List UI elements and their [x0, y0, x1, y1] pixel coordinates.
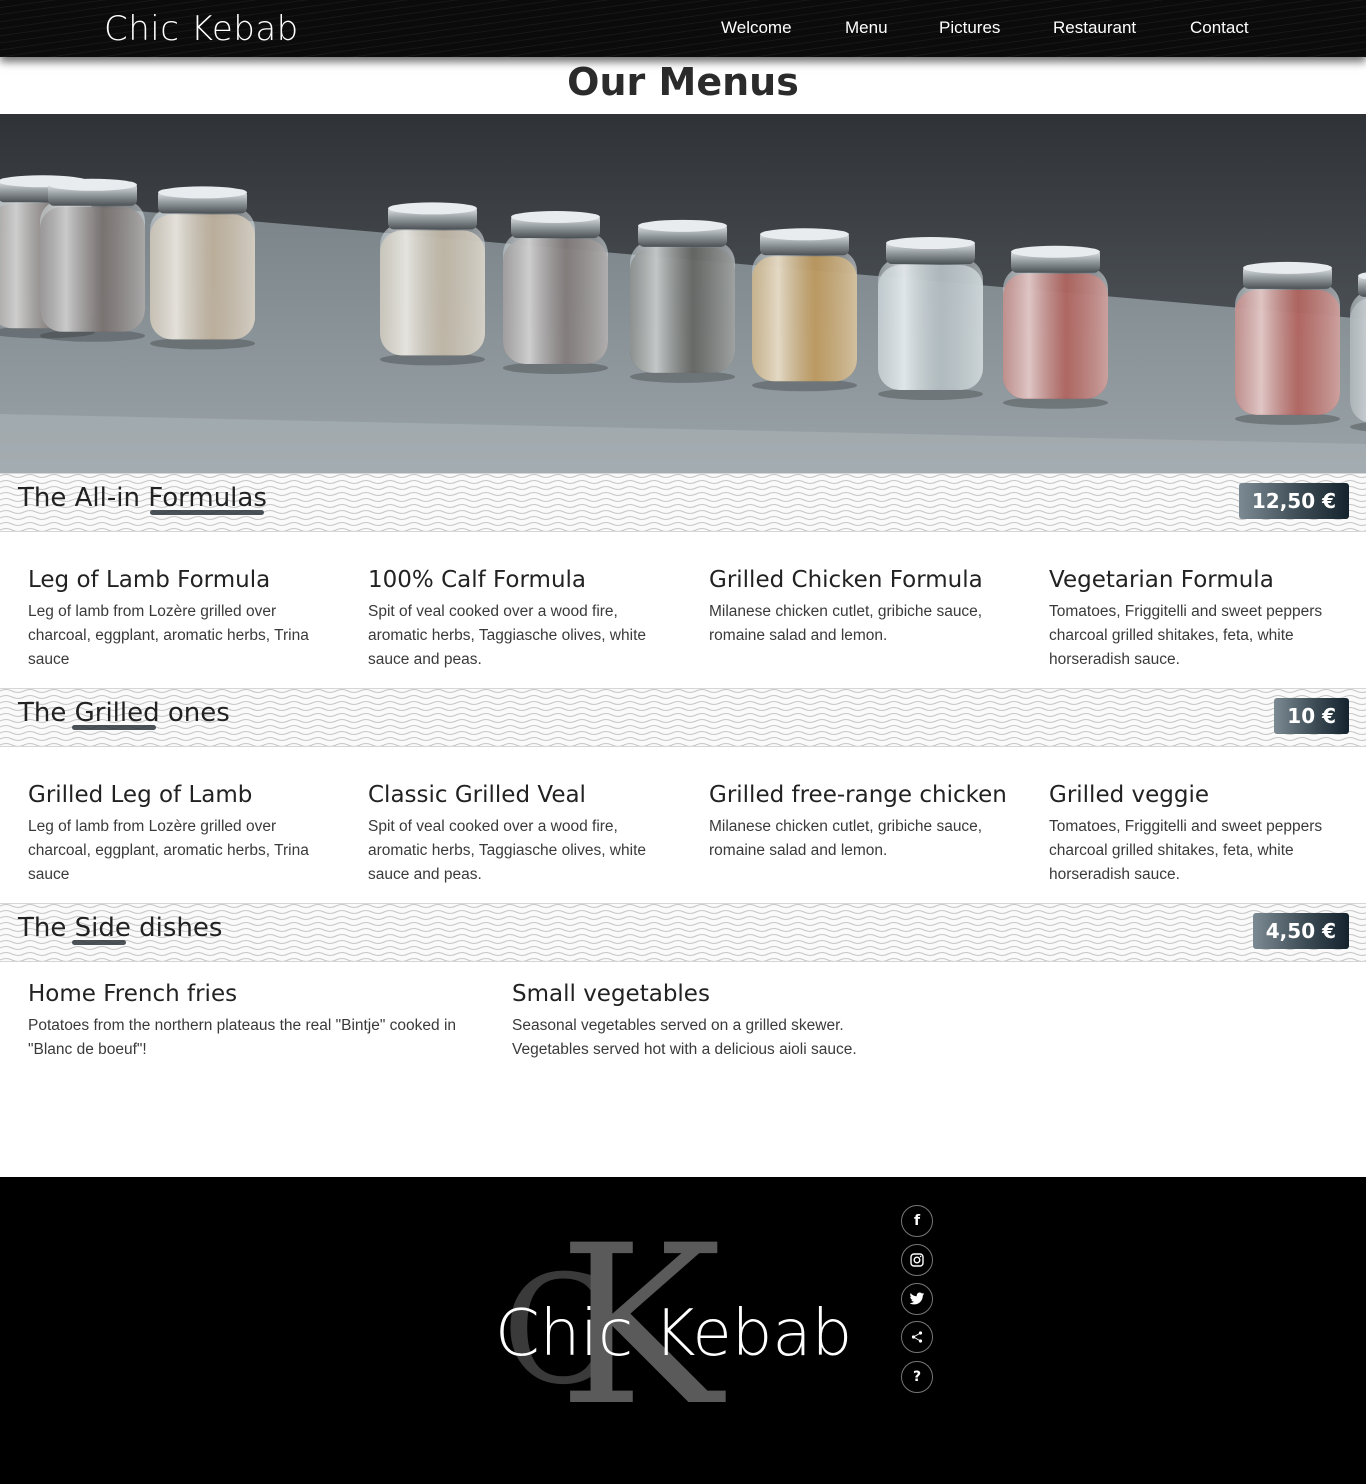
- instagram-glyph: [910, 1253, 924, 1267]
- price-badge: 12,50 €: [1238, 483, 1349, 519]
- menu-item: Vegetarian Formula Tomatoes, Friggitelli…: [1049, 566, 1349, 672]
- menu-item: Home French fries Potatoes from the nort…: [28, 980, 480, 1062]
- facebook-glyph: f: [913, 1213, 921, 1229]
- section-band-sides: The Side dishes 4,50 €: [0, 903, 1366, 962]
- help-icon[interactable]: ?: [901, 1361, 933, 1393]
- wave-line: [0, 958, 1366, 961]
- menu-item: Grilled Chicken Formula Milanese chicken…: [709, 566, 1009, 648]
- item-name: Classic Grilled Veal: [368, 782, 586, 808]
- spice-jars-illustration: [0, 114, 1366, 473]
- spice-jar: [630, 219, 735, 383]
- spice-jar: [380, 202, 485, 366]
- item-description: Spit of veal cooked over a wood fire, ar…: [368, 818, 646, 883]
- wave-line: [0, 904, 1366, 908]
- wave-line: [0, 689, 1366, 693]
- section-title: The All-in Formulas: [18, 483, 267, 513]
- item-name: Vegetarian Formula: [1049, 567, 1274, 593]
- menu-item: Grilled Leg of Lamb Leg of lamb from Loz…: [28, 781, 328, 887]
- spice-jar: [1235, 261, 1340, 425]
- wave-line: [0, 946, 1366, 950]
- item-description: Potatoes from the northern plateaus the …: [28, 1017, 457, 1058]
- share-icon[interactable]: [901, 1321, 933, 1353]
- nav-restaurant[interactable]: Restaurant: [1053, 18, 1136, 38]
- menu-item: Small vegetables Seasonal vegetables ser…: [512, 980, 872, 1062]
- section-title: The Side dishes: [18, 913, 223, 943]
- item-description: Leg of lamb from Lozère grilled over cha…: [28, 603, 309, 668]
- wave-line: [0, 743, 1366, 746]
- twitter-glyph: [909, 1292, 925, 1305]
- item-name: 100% Calf Formula: [368, 567, 587, 593]
- spice-jar: [503, 210, 608, 374]
- item-description: Tomatoes, Friggitelli and sweet peppers …: [1049, 818, 1323, 883]
- spice-jar: [878, 237, 983, 401]
- nav-welcome[interactable]: Welcome: [721, 18, 792, 38]
- price-badge: 4,50 €: [1252, 913, 1349, 949]
- site-header: Chic Kebab Welcome Menu Pictures Restaur…: [0, 0, 1366, 57]
- spice-jar: [1003, 245, 1108, 409]
- item-name: Home French fries: [28, 981, 238, 1007]
- wave-line: [0, 952, 1366, 956]
- item-description: Seasonal vegetables served on a grilled …: [512, 1017, 857, 1058]
- item-description: Leg of lamb from Lozère grilled over cha…: [28, 818, 309, 883]
- nav-pictures[interactable]: Pictures: [939, 18, 1000, 38]
- item-description: Spit of veal cooked over a wood fire, ar…: [368, 603, 646, 668]
- item-name: Grilled Chicken Formula: [709, 567, 983, 593]
- hero-image-spice-jars: [0, 114, 1366, 473]
- item-description: Milanese chicken cutlet, gribiche sauce,…: [709, 603, 983, 644]
- facebook-icon[interactable]: f: [901, 1205, 933, 1237]
- spice-jar: [150, 186, 255, 350]
- wave-line: [0, 731, 1366, 735]
- item-name: Leg of Lamb Formula: [28, 567, 271, 593]
- page-title: Our Menus: [567, 60, 799, 104]
- menu-item: Classic Grilled Veal Spit of veal cooked…: [368, 781, 668, 887]
- section-title: The Grilled ones: [18, 698, 230, 728]
- main-nav: Welcome Menu Pictures Restaurant Contact: [0, 18, 1366, 42]
- share-glyph: [911, 1331, 923, 1343]
- wave-line: [0, 474, 1366, 478]
- wave-line: [0, 516, 1366, 520]
- section-band-grilled: The Grilled ones 10 €: [0, 688, 1366, 747]
- help-glyph: ?: [912, 1369, 922, 1385]
- footer-logo-text: Chic Kebab: [495, 1297, 852, 1371]
- item-name: Small vegetables: [512, 981, 710, 1007]
- menu-item: 100% Calf Formula Spit of veal cooked ov…: [368, 566, 668, 672]
- item-name: Grilled Leg of Lamb: [28, 782, 253, 808]
- item-name: Grilled veggie: [1049, 782, 1210, 808]
- menu-item: Leg of Lamb Formula Leg of lamb from Loz…: [28, 566, 328, 672]
- spice-jar: [40, 178, 145, 342]
- nav-menu[interactable]: Menu: [845, 18, 888, 38]
- wave-line: [0, 522, 1366, 526]
- spice-jar: [752, 228, 857, 392]
- price-badge: 10 €: [1274, 698, 1349, 734]
- site-footer: C K Chic Kebab f ?: [0, 1177, 1366, 1484]
- footer-logo[interactable]: C K Chic Kebab: [480, 1217, 860, 1417]
- item-name: Grilled free-range chicken: [709, 782, 1007, 808]
- item-description: Milanese chicken cutlet, gribiche sauce,…: [709, 818, 983, 859]
- menu-item: Grilled veggie Tomatoes, Friggitelli and…: [1049, 781, 1349, 887]
- wave-line: [0, 528, 1366, 531]
- wave-line: [0, 737, 1366, 741]
- section-band-formulas: The All-in Formulas 12,50 €: [0, 473, 1366, 532]
- instagram-icon[interactable]: [901, 1244, 933, 1276]
- twitter-icon[interactable]: [901, 1283, 933, 1315]
- menu-item: Grilled free-range chicken Milanese chic…: [709, 781, 1009, 863]
- item-description: Tomatoes, Friggitelli and sweet peppers …: [1049, 603, 1323, 668]
- nav-contact[interactable]: Contact: [1190, 18, 1249, 38]
